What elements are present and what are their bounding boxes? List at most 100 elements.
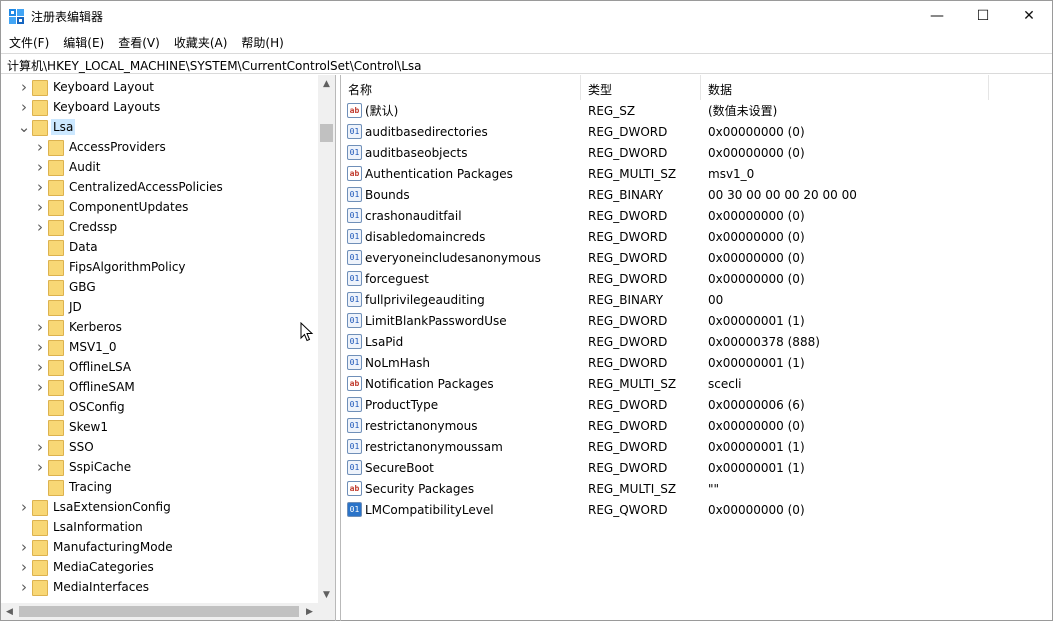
tree-item[interactable]: GBG [33, 277, 98, 297]
value-row[interactable]: 01 auditbaseobjects REG_DWORD 0x00000000 (0… [341, 142, 1052, 163]
value-row[interactable]: 01 ProductType REG_DWORD 0x00000006 (6) [341, 394, 1052, 415]
tree-item[interactable]: › Keyboard Layouts [17, 97, 162, 117]
tree-item[interactable]: Data [33, 237, 100, 257]
tree-vertical-scroll-thumb[interactable] [320, 124, 333, 142]
minimize-button[interactable]: — [914, 1, 960, 31]
tree-item[interactable]: › ComponentUpdates [33, 197, 190, 217]
value-type-cell: REG_MULTI_SZ [588, 376, 677, 391]
tree-item-label: Kerberos [69, 320, 122, 334]
tree-item-label: ManufacturingMode [53, 540, 173, 554]
tree-item[interactable]: › SSO [33, 437, 96, 457]
chevron-right-icon[interactable]: › [33, 317, 47, 337]
chevron-right-icon[interactable]: › [33, 457, 47, 477]
value-data-cell: 0x00000000 (0) [708, 124, 805, 139]
value-row[interactable]: 01 NoLmHash REG_DWORD 0x00000001 (1) [341, 352, 1052, 373]
chevron-right-icon[interactable]: › [33, 217, 47, 237]
mouse-pointer-icon [300, 322, 314, 342]
value-row[interactable]: 01 restrictanonymoussam REG_DWORD 0x0000000… [341, 436, 1052, 457]
chevron-right-icon[interactable]: › [17, 557, 31, 577]
tree-item[interactable]: › SspiCache [33, 457, 133, 477]
scroll-right-icon[interactable]: ▶ [301, 603, 318, 620]
chevron-right-icon[interactable]: › [17, 537, 31, 557]
title-bar[interactable]: 注册表编辑器 — ☐ ✕ [1, 1, 1052, 31]
tree-item[interactable]: LsaInformation [17, 517, 145, 537]
tree-vertical-scrollbar[interactable]: ▲ ▼ [318, 75, 335, 603]
binary-value-icon: 01 [347, 334, 362, 349]
value-name-cell: 01 crashonauditfail [347, 205, 581, 226]
menu-favorites[interactable]: 收藏夹(A) [167, 31, 235, 52]
tree-item[interactable]: OSConfig [33, 397, 127, 417]
chevron-right-icon[interactable]: › [17, 497, 31, 517]
value-row[interactable]: 01 disabledomaincreds REG_DWORD 0x00000000 … [341, 226, 1052, 247]
tree-item[interactable]: › Credssp [33, 217, 119, 237]
chevron-right-icon[interactable]: › [33, 437, 47, 457]
scroll-down-icon[interactable]: ▼ [318, 586, 335, 603]
value-row[interactable]: 01 SecureBoot REG_DWORD 0x00000001 (1) [341, 457, 1052, 478]
column-header-data[interactable]: 数据 [701, 75, 989, 100]
tree-item[interactable]: › MediaCategories [17, 557, 156, 577]
chevron-right-icon[interactable]: › [33, 337, 47, 357]
scroll-left-icon[interactable]: ◀ [1, 603, 18, 620]
chevron-right-icon[interactable]: › [33, 137, 47, 157]
menu-edit[interactable]: 编辑(E) [56, 31, 111, 52]
chevron-right-icon[interactable]: › [17, 77, 31, 97]
values-list-pane[interactable]: 名称 类型 数据 ab (默认) REG_SZ (数值未设置) 01 auditbased… [340, 75, 1052, 621]
folder-icon [47, 460, 64, 476]
address-bar[interactable]: 计算机\HKEY_LOCAL_MACHINE\SYSTEM\CurrentCon… [1, 53, 1052, 74]
value-row[interactable]: ab Authentication Packages REG_MULTI_SZ msv… [341, 163, 1052, 184]
value-row[interactable]: ab Notification Packages REG_MULTI_SZ scecl… [341, 373, 1052, 394]
tree-item[interactable]: › MediaInterfaces [17, 577, 151, 597]
chevron-down-icon[interactable]: ⌄ [17, 117, 31, 137]
menu-view[interactable]: 查看(V) [111, 31, 167, 52]
tree-item[interactable]: › Audit [33, 157, 102, 177]
key-tree-pane[interactable]: › Keyboard Layout › Keyboard Layouts ⌄ Lsa › Ac… [1, 75, 336, 621]
chevron-right-icon[interactable]: › [33, 157, 47, 177]
tree-item[interactable]: JD [33, 297, 84, 317]
chevron-right-icon[interactable]: › [33, 357, 47, 377]
value-row[interactable]: 01 restrictanonymous REG_DWORD 0x00000000 (… [341, 415, 1052, 436]
maximize-button[interactable]: ☐ [960, 1, 1006, 31]
value-row[interactable]: 01 fullprivilegeauditing REG_BINARY 00 [341, 289, 1052, 310]
value-row[interactable]: ab (默认) REG_SZ (数值未设置) [341, 100, 1052, 121]
chevron-right-icon[interactable]: › [17, 577, 31, 597]
chevron-right-icon[interactable]: › [33, 197, 47, 217]
tree-item[interactable]: › ManufacturingMode [17, 537, 175, 557]
value-row[interactable]: 01 LsaPid REG_DWORD 0x00000378 (888) [341, 331, 1052, 352]
close-button[interactable]: ✕ [1006, 1, 1052, 31]
tree-item[interactable]: ⌄ Lsa [17, 117, 76, 137]
chevron-right-icon[interactable]: › [33, 177, 47, 197]
tree-item[interactable]: FipsAlgorithmPolicy [33, 257, 188, 277]
tree-item[interactable]: Tracing [33, 477, 114, 497]
chevron-right-icon[interactable]: › [33, 377, 47, 397]
menu-help[interactable]: 帮助(H) [234, 31, 290, 52]
column-header-name[interactable]: 名称 [341, 75, 581, 100]
value-row[interactable]: 01 forceguest REG_DWORD 0x00000000 (0) [341, 268, 1052, 289]
value-row[interactable]: ab Security Packages REG_MULTI_SZ "" [341, 478, 1052, 499]
binary-value-icon: 01 [347, 313, 362, 328]
menu-file[interactable]: 文件(F) [1, 31, 56, 52]
value-row[interactable]: 01 everyoneincludesanonymous REG_DWORD 0x00… [341, 247, 1052, 268]
value-row[interactable]: 01 crashonauditfail REG_DWORD 0x00000000 (0… [341, 205, 1052, 226]
scroll-up-icon[interactable]: ▲ [318, 75, 335, 92]
column-header-type[interactable]: 类型 [581, 75, 701, 100]
value-name-cell: 01 NoLmHash [347, 352, 581, 373]
chevron-right-icon[interactable]: › [17, 97, 31, 117]
tree-item[interactable]: › LsaExtensionConfig [17, 497, 173, 517]
tree-item[interactable]: › MSV1_0 [33, 337, 118, 357]
value-row[interactable]: 01 auditbasedirectories REG_DWORD 0x0000000… [341, 121, 1052, 142]
value-row[interactable]: 01 Bounds REG_BINARY 00 30 00 00 00 20 00 0… [341, 184, 1052, 205]
tree-item[interactable]: Skew1 [33, 417, 110, 437]
tree-item[interactable]: › Keyboard Layout [17, 77, 156, 97]
value-row[interactable]: 01 LMCompatibilityLevel REG_QWORD 0x0000000… [341, 499, 1052, 520]
tree-item[interactable]: › OfflineSAM [33, 377, 137, 397]
value-type-cell: REG_SZ [588, 103, 636, 118]
tree-item[interactable]: › CentralizedAccessPolicies [33, 177, 225, 197]
tree-horizontal-scrollbar[interactable]: ◀ ▶ [1, 603, 318, 620]
tree-item-label: Skew1 [69, 420, 108, 434]
folder-icon [47, 180, 64, 196]
tree-item[interactable]: › OfflineLSA [33, 357, 133, 377]
tree-item[interactable]: › Kerberos [33, 317, 124, 337]
value-row[interactable]: 01 LimitBlankPasswordUse REG_DWORD 0x000000… [341, 310, 1052, 331]
tree-item[interactable]: › AccessProviders [33, 137, 168, 157]
tree-horizontal-scroll-thumb[interactable] [19, 606, 299, 617]
